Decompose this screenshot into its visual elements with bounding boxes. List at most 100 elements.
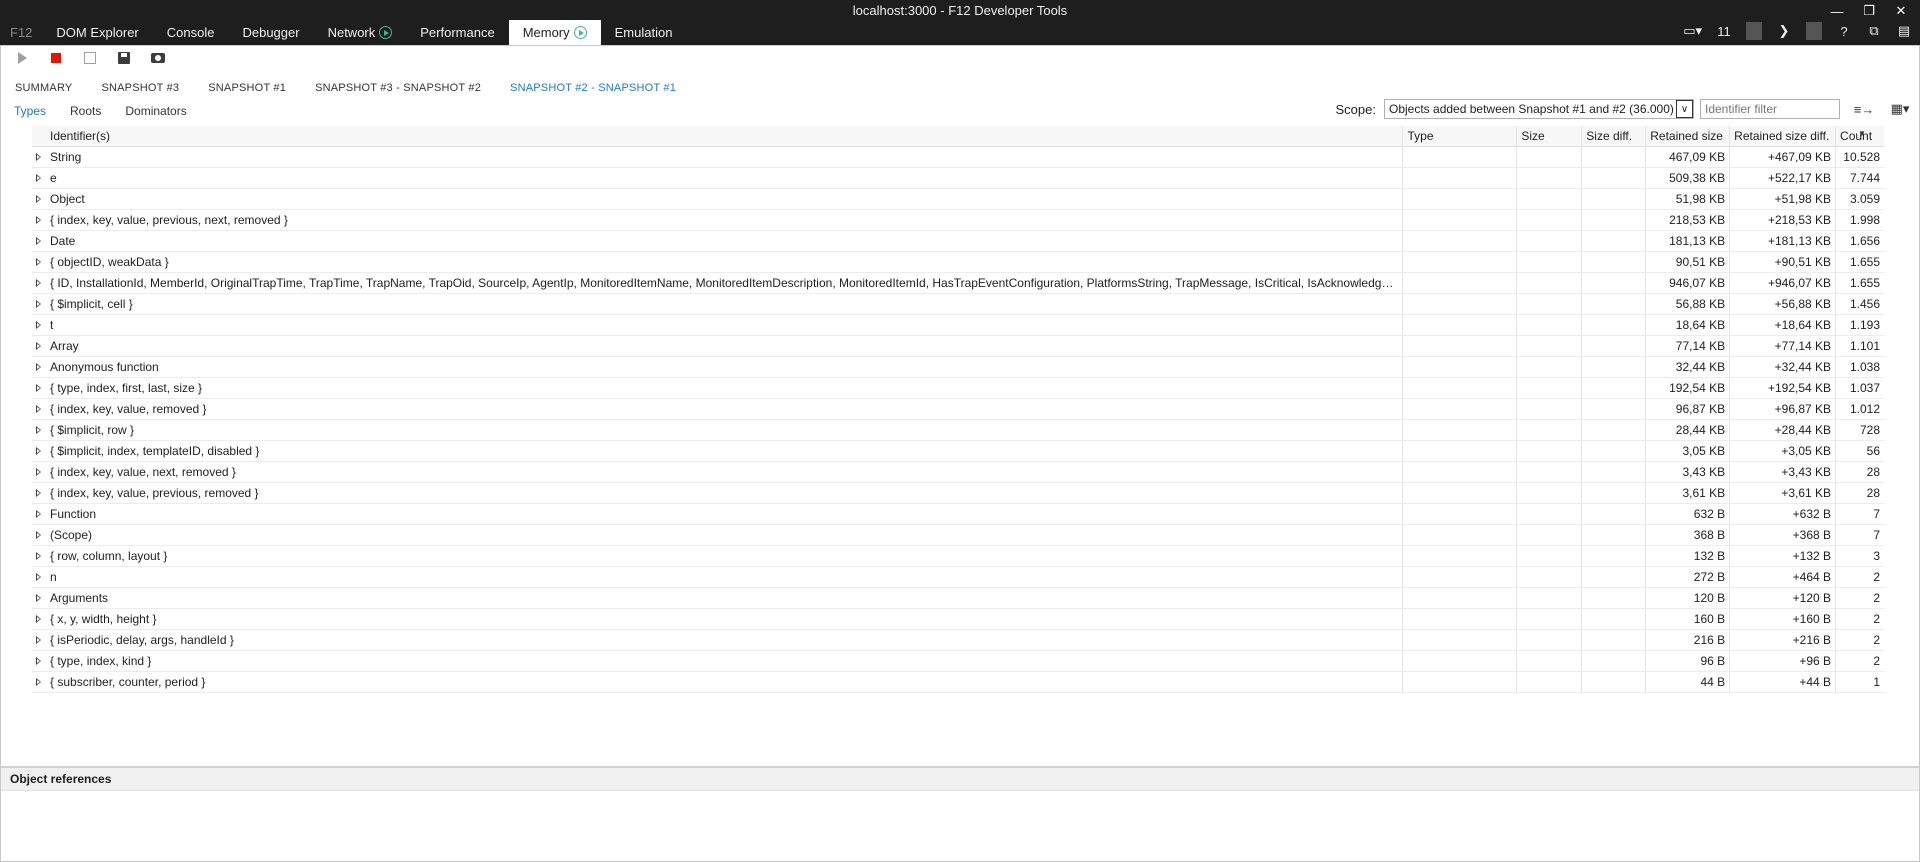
col-count[interactable]: ▼ Count (1835, 126, 1884, 146)
take-snapshot-button[interactable] (148, 48, 168, 68)
restore-icon[interactable]: ❐ (1858, 2, 1880, 20)
tab-summary[interactable]: SUMMARY (0, 78, 86, 98)
expand-triangle-icon[interactable] (36, 489, 41, 497)
table-row[interactable]: { $implicit, index, templateID, disabled… (32, 441, 1884, 462)
expand-triangle-icon[interactable] (36, 426, 41, 434)
expand-triangle-icon[interactable] (36, 342, 41, 350)
tab-emulation[interactable]: Emulation (601, 20, 687, 45)
tab-snapshot-2-vs-1[interactable]: SNAPSHOT #2 - SNAPSHOT #1 (495, 78, 690, 98)
table-row[interactable]: { x, y, width, height } 160 B +160 B2 (32, 609, 1884, 630)
close-icon[interactable]: ✕ (1890, 2, 1912, 20)
tab-dom-explorer[interactable]: DOM Explorer (42, 20, 152, 45)
table-row[interactable]: { subscriber, counter, period } 44 B +44 B… (32, 672, 1884, 693)
expand-triangle-icon[interactable] (36, 615, 41, 623)
expand-triangle-icon[interactable] (36, 174, 41, 182)
scope-label: Scope: (1335, 101, 1376, 117)
scope-select[interactable]: Objects added between Snapshot #1 and #2… (1384, 99, 1694, 119)
fold-icon[interactable]: ≡→ (1852, 100, 1876, 118)
table-row[interactable]: { type, index, kind } 96 B +96 B2 (32, 651, 1884, 672)
tab-snapshot-1[interactable]: SNAPSHOT #1 (193, 78, 300, 98)
device-icon[interactable]: ▭▾ (1683, 22, 1702, 40)
start-profiling-button[interactable] (12, 48, 32, 68)
col-retained-size-diff[interactable]: Retained size diff. (1729, 126, 1835, 146)
expand-triangle-icon[interactable] (36, 657, 41, 665)
cell-retained-size: 3,43 KB (1645, 462, 1729, 482)
tab-dominators[interactable]: Dominators (111, 100, 196, 122)
separator (1746, 22, 1762, 40)
tab-snapshot-3-vs-2[interactable]: SNAPSHOT #3 - SNAPSHOT #2 (300, 78, 495, 98)
col-identifier[interactable]: Identifier(s) (32, 126, 1402, 146)
expand-triangle-icon[interactable] (36, 153, 41, 161)
tab-roots[interactable]: Roots (56, 100, 111, 122)
table-row[interactable]: { index, key, value, previous, removed }… (32, 483, 1884, 504)
tab-memory[interactable]: Memory (508, 20, 601, 45)
table-row[interactable]: { index, key, value, next, removed } 3,43… (32, 462, 1884, 483)
tab-console[interactable]: Console (153, 20, 229, 45)
table-row[interactable]: e 509,38 KB +522,17 KB 7.744 (32, 168, 1884, 189)
expand-triangle-icon[interactable] (36, 510, 41, 518)
target-count[interactable]: 11 (1716, 22, 1732, 40)
minimize-icon[interactable]: — (1826, 2, 1848, 20)
tab-types[interactable]: Types (0, 100, 56, 122)
table-row[interactable]: t 18,64 KB +18,64 KB 1.193 (32, 315, 1884, 336)
object-references-header[interactable]: Object references (0, 766, 1920, 791)
expand-triangle-icon[interactable] (36, 447, 41, 455)
table-row[interactable]: Date 181,13 KB +181,13 KB 1.656 (32, 231, 1884, 252)
table-row[interactable]: (Scope) 368 B +368 B7 (32, 525, 1884, 546)
save-button[interactable] (114, 48, 134, 68)
expand-triangle-icon[interactable] (36, 300, 41, 308)
col-size[interactable]: Size (1516, 126, 1581, 146)
table-row[interactable]: Function 632 B +632 B7 (32, 504, 1884, 525)
grid-settings-icon[interactable]: ▦▾ (1888, 100, 1912, 118)
expand-triangle-icon[interactable] (36, 636, 41, 644)
tab-performance[interactable]: Performance (406, 20, 508, 45)
tab-debugger[interactable]: Debugger (228, 20, 313, 45)
undock-icon[interactable]: ⧉ (1866, 22, 1882, 40)
expand-triangle-icon[interactable] (36, 678, 41, 686)
expand-triangle-icon[interactable] (36, 468, 41, 476)
console-icon[interactable]: ❯ (1776, 22, 1792, 40)
expand-triangle-icon[interactable] (36, 195, 41, 203)
scope-value: Objects added between Snapshot #1 and #2… (1389, 102, 1674, 116)
sort-desc-icon: ▼ (1858, 129, 1866, 138)
table-row[interactable]: { $implicit, row } 28,44 KB +28,44 KB 728 (32, 420, 1884, 441)
tab-network[interactable]: Network (314, 20, 407, 45)
table-row[interactable]: { $implicit, cell } 56,88 KB +56,88 KB 1.45… (32, 294, 1884, 315)
table-row[interactable]: Arguments 120 B +120 B2 (32, 588, 1884, 609)
expand-triangle-icon[interactable] (36, 573, 41, 581)
expand-triangle-icon[interactable] (36, 279, 41, 287)
table-row[interactable]: { row, column, layout } 132 B +132 B3 (32, 546, 1884, 567)
expand-triangle-icon[interactable] (36, 237, 41, 245)
table-row[interactable]: { ID, InstallationId, MemberId, Original… (32, 273, 1884, 294)
identifier-filter-input[interactable] (1700, 99, 1840, 119)
identifier-text: e (50, 171, 57, 185)
dock-icon[interactable]: ▤ (1896, 22, 1912, 40)
table-row[interactable]: n 272 B +464 B2 (32, 567, 1884, 588)
expand-triangle-icon[interactable] (36, 552, 41, 560)
cell-type (1402, 609, 1516, 629)
table-row[interactable]: { isPeriodic, delay, args, handleId } 216… (32, 630, 1884, 651)
col-retained-size[interactable]: Retained size (1645, 126, 1729, 146)
table-row[interactable]: { index, key, value, removed } 96,87 KB +9… (32, 399, 1884, 420)
import-button[interactable] (80, 48, 100, 68)
table-row[interactable]: { index, key, value, previous, next, rem… (32, 210, 1884, 231)
expand-triangle-icon[interactable] (36, 258, 41, 266)
expand-triangle-icon[interactable] (36, 216, 41, 224)
expand-triangle-icon[interactable] (36, 594, 41, 602)
tab-snapshot-3[interactable]: SNAPSHOT #3 (86, 78, 193, 98)
col-type[interactable]: Type (1402, 126, 1516, 146)
expand-triangle-icon[interactable] (36, 531, 41, 539)
expand-triangle-icon[interactable] (36, 363, 41, 371)
table-row[interactable]: Array 77,14 KB +77,14 KB 1.101 (32, 336, 1884, 357)
help-icon[interactable]: ? (1836, 22, 1852, 40)
table-row[interactable]: Object 51,98 KB +51,98 KB 3.059 (32, 189, 1884, 210)
table-row[interactable]: Anonymous function 32,44 KB +32,44 KB 1.038 (32, 357, 1884, 378)
expand-triangle-icon[interactable] (36, 384, 41, 392)
table-row[interactable]: { objectID, weakData } 90,51 KB +90,51 KB 1… (32, 252, 1884, 273)
stop-profiling-button[interactable] (46, 48, 66, 68)
expand-triangle-icon[interactable] (36, 405, 41, 413)
table-row[interactable]: { type, index, first, last, size } 192,54… (32, 378, 1884, 399)
table-row[interactable]: String 467,09 KB +467,09 KB 10.528 (32, 147, 1884, 168)
expand-triangle-icon[interactable] (36, 321, 41, 329)
col-size-diff[interactable]: Size diff. (1581, 126, 1645, 146)
